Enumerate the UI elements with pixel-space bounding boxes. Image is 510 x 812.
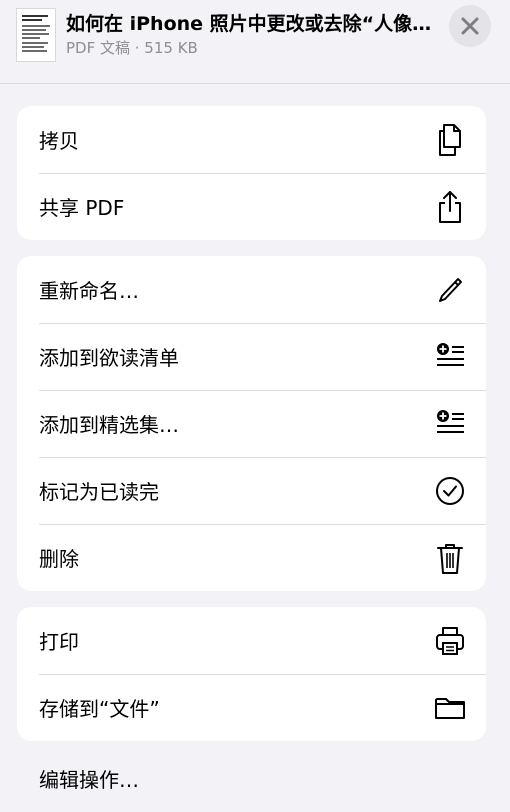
share-pdf-label: 共享 PDF bbox=[39, 196, 125, 220]
document-title: 如何在 iPhone 照片中更改或去除“人像… bbox=[66, 13, 432, 35]
document-subtitle: PDF 文稿 · 515 KB bbox=[66, 39, 198, 57]
folder-icon bbox=[434, 690, 466, 726]
collection-add-icon bbox=[434, 406, 466, 442]
pencil-icon bbox=[434, 272, 466, 308]
copy-label: 拷贝 bbox=[39, 129, 79, 153]
action-group-3: 打印 存储到“文件” bbox=[17, 607, 486, 741]
close-icon bbox=[461, 17, 479, 35]
action-group-1: 拷贝 共享 PDF bbox=[17, 106, 486, 240]
sheet-header: 如何在 iPhone 照片中更改或去除“人像… PDF 文稿 · 515 KB bbox=[0, 0, 510, 84]
rename-row[interactable]: 重新命名… bbox=[17, 256, 486, 323]
share-icon bbox=[434, 189, 466, 225]
delete-row[interactable]: 删除 bbox=[17, 524, 486, 591]
delete-label: 删除 bbox=[39, 547, 79, 571]
trash-icon bbox=[434, 540, 466, 576]
print-row[interactable]: 打印 bbox=[17, 607, 486, 674]
mark-as-read-label: 标记为已读完 bbox=[39, 480, 159, 504]
rename-label: 重新命名… bbox=[39, 279, 139, 303]
printer-icon bbox=[434, 623, 466, 659]
save-to-files-label: 存储到“文件” bbox=[39, 697, 160, 721]
action-group-2: 重新命名… 添加到欲读清单 添加到精选集… 标记为已读完 删除 bbox=[17, 256, 486, 591]
add-to-reading-list-label: 添加到欲读清单 bbox=[39, 346, 179, 370]
share-pdf-row[interactable]: 共享 PDF bbox=[17, 173, 486, 240]
add-to-reading-list-row[interactable]: 添加到欲读清单 bbox=[17, 323, 486, 390]
copy-row[interactable]: 拷贝 bbox=[17, 106, 486, 173]
reading-list-add-icon bbox=[434, 339, 466, 375]
copy-icon bbox=[434, 122, 466, 158]
add-to-collection-label: 添加到精选集… bbox=[39, 413, 179, 437]
document-thumbnail bbox=[16, 8, 56, 62]
checkmark-circle-icon bbox=[434, 473, 466, 509]
edit-actions-link[interactable]: 编辑操作… bbox=[39, 764, 139, 793]
add-to-collection-row[interactable]: 添加到精选集… bbox=[17, 390, 486, 457]
mark-as-read-row[interactable]: 标记为已读完 bbox=[17, 457, 486, 524]
close-button[interactable] bbox=[449, 5, 491, 47]
save-to-files-row[interactable]: 存储到“文件” bbox=[17, 674, 486, 741]
print-label: 打印 bbox=[39, 630, 79, 654]
